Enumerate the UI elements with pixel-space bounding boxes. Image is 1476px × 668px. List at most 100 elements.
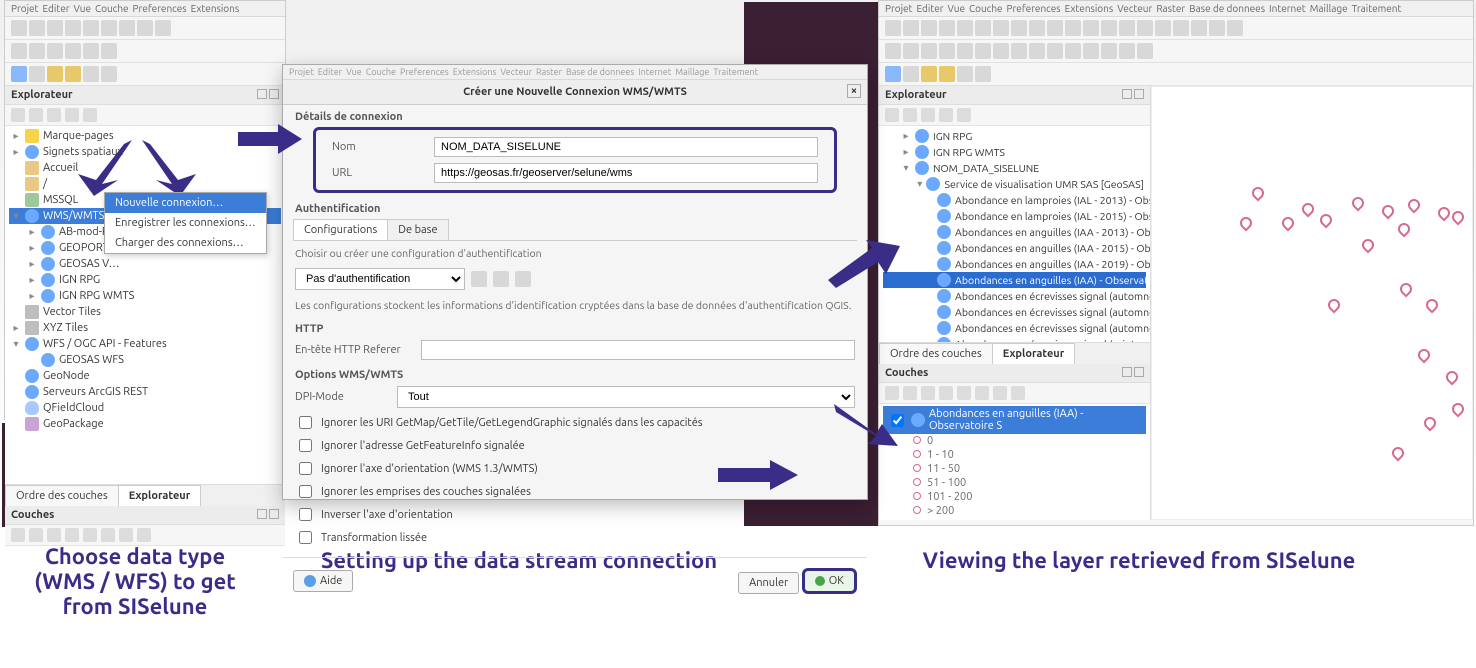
name-label: Nom (332, 141, 428, 153)
tree-item[interactable]: ▸GEOSAS V… (9, 256, 281, 272)
legend-row: 11 - 50 (883, 462, 1146, 476)
tree-item[interactable]: Abondances en anguilles (IAA) - Observat… (883, 272, 1146, 288)
ctx-save-connections[interactable]: Enregistrer les connexions… (105, 213, 266, 233)
menubar-1: Projet Editer Vue Couche Preferences Ext… (5, 1, 285, 17)
gear-icon[interactable] (83, 66, 99, 82)
globe-icon (915, 145, 929, 159)
open-icon[interactable] (29, 20, 45, 36)
tree-item[interactable]: QFieldCloud (9, 400, 281, 416)
tree-item[interactable]: GeoPackage (9, 416, 281, 432)
layer-item-selected[interactable]: Abondances en anguilles (IAA) - Observat… (883, 406, 1146, 434)
tab-configurations[interactable]: Configurations (293, 219, 388, 240)
tree-item[interactable]: Abondance en lamproies (IAL - 2013) - Ob… (883, 192, 1146, 208)
tiles-icon (25, 305, 39, 319)
dock-close-icon[interactable] (269, 89, 279, 99)
menubar-dialog: Projet Editer Vue Couche Preferences Ext… (283, 65, 867, 80)
cancel-button[interactable]: Annuler (738, 572, 799, 594)
auth-edit-icon[interactable] (471, 271, 487, 287)
tree-item[interactable]: ▸IGN RPG WMTS (883, 144, 1146, 160)
tree-item[interactable]: Abondances en écrevisses signal (automne… (883, 320, 1146, 336)
cloud-icon[interactable] (11, 66, 27, 82)
gp-icon (25, 417, 39, 431)
caret-icon: ▾ (917, 178, 922, 190)
tree-item[interactable]: Abondances en anguilles (IAA - 2015) - O… (883, 240, 1146, 256)
couches-title-3: Couches (879, 364, 1150, 383)
cloud-icon[interactable] (885, 66, 901, 82)
connection-name-input[interactable] (434, 137, 818, 157)
tree-item[interactable]: Abondances en écrevisses signal (automne… (883, 288, 1146, 304)
tree-item[interactable]: ▾Service de visualisation UMR SAS [GeoSA… (883, 176, 1146, 192)
tab-de-base[interactable]: De base (387, 219, 448, 240)
save-icon[interactable] (47, 20, 63, 36)
dock-float-icon[interactable] (257, 89, 267, 99)
globe-icon (937, 225, 951, 239)
http-label: HTTP (283, 317, 867, 337)
caret-icon: ▸ (27, 258, 37, 270)
legend-row: 51 - 100 (883, 476, 1146, 490)
referer-input[interactable] (421, 340, 855, 360)
caret-icon: ▸ (901, 146, 911, 158)
tab-explorateur-3[interactable]: Explorateur (992, 343, 1076, 364)
globe-icon (25, 385, 39, 399)
ck-smooth-transform[interactable] (299, 531, 312, 544)
layers-panel[interactable]: Abondances en anguilles (IAA) - Observat… (879, 404, 1150, 520)
fav-icon (25, 129, 39, 143)
tree-item[interactable]: GEOSAS WFS (9, 352, 281, 368)
auth-add-icon[interactable] (493, 271, 509, 287)
ck-ignore-axis[interactable] (299, 462, 312, 475)
tab-ordre-1[interactable]: Ordre des couches (5, 485, 119, 506)
ctx-new-connection[interactable]: Nouvelle connexion… (105, 193, 266, 213)
explorer-dock-title-3: Explorateur (879, 86, 1150, 105)
globe-icon (25, 145, 39, 159)
filter-icon[interactable] (47, 108, 61, 122)
help-icon (304, 575, 316, 587)
arrow-split-icon (72, 140, 202, 200)
caret-icon: ▸ (901, 130, 911, 142)
url-label: URL (332, 167, 428, 179)
ok-button[interactable]: OK (802, 568, 857, 594)
tree-item[interactable]: ▸IGN RPG (883, 128, 1146, 144)
tree-item[interactable]: Abondances en anguilles (IAA - 2013) - O… (883, 224, 1146, 240)
new-icon[interactable] (11, 20, 27, 36)
menubar-3: Projet Editer Vue Couche Preferences Ext… (879, 1, 1473, 17)
ck-ignore-getfeature[interactable] (299, 439, 312, 452)
tab-explorateur-1[interactable]: Explorateur (118, 485, 202, 506)
tree-item[interactable]: ▸IGN RPG (9, 272, 281, 288)
dialog-title: Créer une Nouvelle Connexion WMS/WMTS × (283, 80, 867, 105)
panel-view-layer: Projet Editer Vue Couche Preferences Ext… (878, 0, 1474, 526)
ctx-load-connections[interactable]: Charger des connexions… (105, 233, 266, 253)
details-label: Détails de connexion (283, 105, 867, 125)
globe-icon (41, 289, 55, 303)
caret-icon: ▸ (27, 290, 37, 302)
dpi-select[interactable]: Tout (397, 386, 855, 408)
tree-item[interactable]: Abondances en anguilles (IAA - 2019) - O… (883, 256, 1146, 272)
ck-ignore-uri[interactable] (299, 416, 312, 429)
tree-item[interactable]: ▸IGN RPG WMTS (9, 288, 281, 304)
close-icon[interactable]: × (847, 84, 861, 98)
tree-item[interactable]: Abondance en lamproies (IAL - 2015) - Ob… (883, 208, 1146, 224)
help-button[interactable]: Aide (293, 570, 353, 592)
globe-icon (937, 241, 951, 255)
tab-ordre-3[interactable]: Ordre des couches (879, 343, 993, 364)
explorer-mini-toolbar-3 (879, 105, 1150, 126)
tree-item[interactable]: Vector Tiles (9, 304, 281, 320)
auth-label: Authentification (283, 197, 867, 217)
refresh-icon[interactable] (11, 108, 25, 122)
gear-icon[interactable] (957, 66, 973, 82)
tree-item[interactable]: ▾WFS / OGC API - Features (9, 336, 281, 352)
add-icon[interactable] (29, 108, 43, 122)
toolbar-1a (5, 17, 285, 40)
explorer-tree-3[interactable]: ▸IGN RPG▸IGN RPG WMTS▾NOM_DATA_SISELUNE▾… (879, 126, 1150, 342)
map-canvas[interactable] (1151, 86, 1473, 520)
tree-item[interactable]: Serveurs ArcGIS REST (9, 384, 281, 400)
auth-select[interactable]: Pas d'authentification (295, 268, 465, 290)
ck-ignore-extent[interactable] (299, 485, 312, 498)
ck-invert-axis[interactable] (299, 508, 312, 521)
tree-item[interactable]: ▾NOM_DATA_SISELUNE (883, 160, 1146, 176)
tree-item[interactable]: ▸XYZ Tiles (9, 320, 281, 336)
tree-item[interactable]: Abondances en écrevisses signal (automne… (883, 304, 1146, 320)
tree-item[interactable]: GeoNode (9, 368, 281, 384)
auth-remove-icon[interactable] (515, 271, 531, 287)
globe-icon (915, 129, 929, 143)
connection-url-input[interactable] (434, 163, 818, 183)
